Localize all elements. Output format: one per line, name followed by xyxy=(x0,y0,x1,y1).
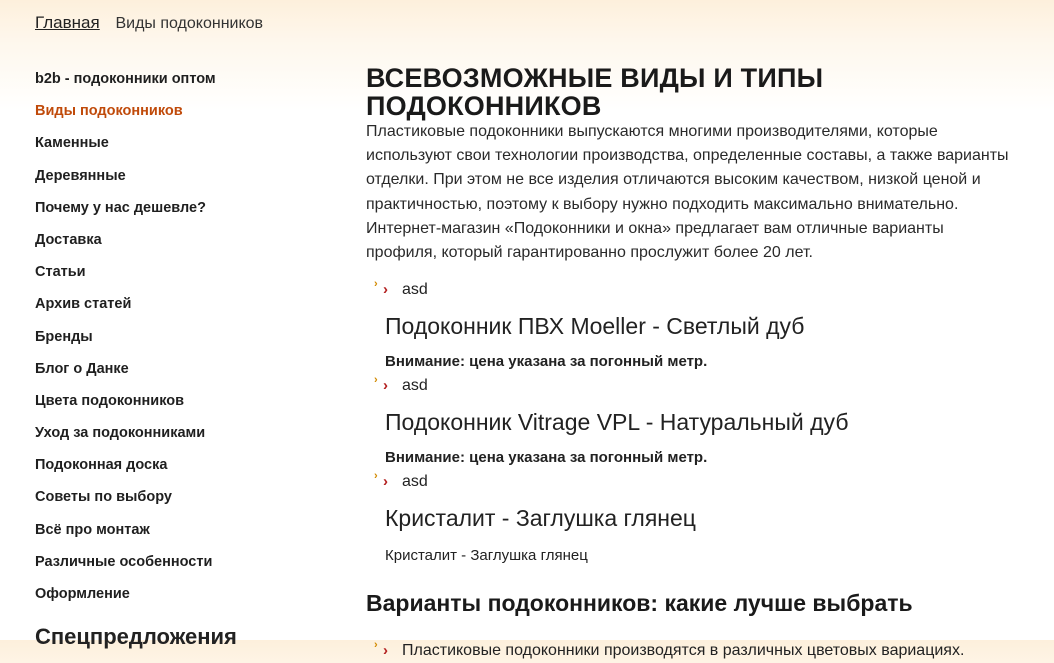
sidebar-item-label[interactable]: Статьи xyxy=(35,264,86,280)
sidebar-item-colors[interactable]: Цвета подоконников xyxy=(35,390,335,422)
chevron-right-icon: › xyxy=(383,281,388,299)
intro-paragraph: Пластиковые подоконники выпускаются мног… xyxy=(366,123,1009,262)
sidebar-item-b2b[interactable]: b2b - подоконники оптом xyxy=(35,68,335,100)
product-title[interactable]: Подоконник Vitrage VPL - Натуральный дуб xyxy=(366,408,1016,436)
list-item: › › asd xyxy=(366,470,1016,494)
product-item: › › asd Подоконник Vitrage VPL - Натурал… xyxy=(366,374,1016,469)
list-item: › › asd xyxy=(366,374,1016,398)
sidebar-item-design[interactable]: Оформление xyxy=(35,583,335,615)
sidebar-item-stone[interactable]: Каменные xyxy=(35,132,335,164)
sidebar-item-care[interactable]: Уход за подоконниками xyxy=(35,422,335,454)
chevron-right-icon: › xyxy=(374,374,378,387)
chevron-right-icon: › xyxy=(383,473,388,491)
sidebar-item-delivery[interactable]: Доставка xyxy=(35,229,335,261)
sidebar-item-articles-archive[interactable]: Архив статей xyxy=(35,293,335,325)
sidebar-item-why-cheaper[interactable]: Почему у нас дешевле? xyxy=(35,197,335,229)
sidebar-item-label[interactable]: Уход за подоконниками xyxy=(35,425,205,441)
price-note: Внимание: цена указана за погонный метр. xyxy=(385,353,708,371)
list-item-text: asd xyxy=(402,473,428,491)
sidebar-item-features[interactable]: Различные особенности xyxy=(35,551,335,583)
chevron-right-icon: › xyxy=(374,639,378,652)
sidebar-item-windowsill-types[interactable]: Виды подоконников xyxy=(35,100,335,132)
breadcrumb-current: Виды подоконников xyxy=(115,15,264,32)
product-item: › › asd Кристалит - Заглушка глянец Крис… xyxy=(366,470,1016,567)
product-item: › › asd Подоконник ПВХ Moeller - Светлый… xyxy=(366,278,1016,373)
sidebar-item-label[interactable]: Блог о Данке xyxy=(35,361,129,377)
special-offers-heading: Спецпредложения xyxy=(35,624,237,649)
page-title: Всевозможные виды и типы подоконников xyxy=(366,63,824,121)
chevron-right-icon: › xyxy=(374,470,378,483)
sidebar-item-label[interactable]: Всё про монтаж xyxy=(35,522,150,538)
sidebar-item-sill-board[interactable]: Подоконная доска xyxy=(35,454,335,486)
sidebar-item-label[interactable]: Советы по выбору xyxy=(35,489,172,505)
sidebar-item-label[interactable]: Различные особенности xyxy=(35,554,212,570)
sidebar-item-label[interactable]: Виды подоконников xyxy=(35,103,183,119)
sidebar-item-wooden[interactable]: Деревянные xyxy=(35,165,335,197)
sidebar-item-label[interactable]: Каменные xyxy=(35,135,109,151)
main-content: Всевозможные виды и типы подоконников Пл… xyxy=(366,64,1016,663)
sidebar-item-brands[interactable]: Бренды xyxy=(35,326,335,358)
section-title: Варианты подоконников: какие лучше выбра… xyxy=(366,590,913,617)
sidebar-nav: b2b - подоконники оптом Виды подоконнико… xyxy=(35,68,335,649)
sidebar-item-label[interactable]: Почему у нас дешевле? xyxy=(35,200,206,216)
sidebar-item-label[interactable]: Оформление xyxy=(35,586,130,602)
sidebar-item-label[interactable]: Бренды xyxy=(35,329,93,345)
sidebar-item-danke-blog[interactable]: Блог о Данке xyxy=(35,358,335,390)
chevron-right-icon: › xyxy=(383,642,388,660)
chevron-right-icon: › xyxy=(383,377,388,395)
list-item: › › Пластиковые подоконники производятся… xyxy=(366,639,1016,663)
sidebar-item-label[interactable]: Цвета подоконников xyxy=(35,393,184,409)
sidebar-item-label[interactable]: Деревянные xyxy=(35,168,126,184)
sidebar-menu: b2b - подоконники оптом Виды подоконнико… xyxy=(35,68,335,615)
sidebar-item-label[interactable]: Доставка xyxy=(35,232,102,248)
product-title[interactable]: Подоконник ПВХ Moeller - Светлый дуб xyxy=(366,312,1016,340)
sidebar-item-label[interactable]: Архив статей xyxy=(35,296,131,312)
list-item-text: Пластиковые подоконники производятся в р… xyxy=(402,642,965,660)
product-subtitle: Кристалит - Заглушка глянец xyxy=(385,547,588,565)
breadcrumb: Главная Виды подоконников xyxy=(35,13,263,33)
sidebar-item-selection-tips[interactable]: Советы по выбору xyxy=(35,486,335,518)
sidebar-item-installation[interactable]: Всё про монтаж xyxy=(35,519,335,551)
list-item-text: asd xyxy=(402,377,428,395)
list-item: › › asd xyxy=(366,278,1016,302)
sidebar-item-articles[interactable]: Статьи xyxy=(35,261,335,293)
breadcrumb-home-link[interactable]: Главная xyxy=(35,13,100,32)
price-note: Внимание: цена указана за погонный метр. xyxy=(385,449,708,467)
product-title[interactable]: Кристалит - Заглушка глянец xyxy=(366,504,1016,532)
sidebar-item-label[interactable]: Подоконная доска xyxy=(35,457,167,473)
sidebar-item-label[interactable]: b2b - подоконники оптом xyxy=(35,71,216,87)
list-item-text: asd xyxy=(402,281,428,299)
chevron-right-icon: › xyxy=(374,278,378,291)
